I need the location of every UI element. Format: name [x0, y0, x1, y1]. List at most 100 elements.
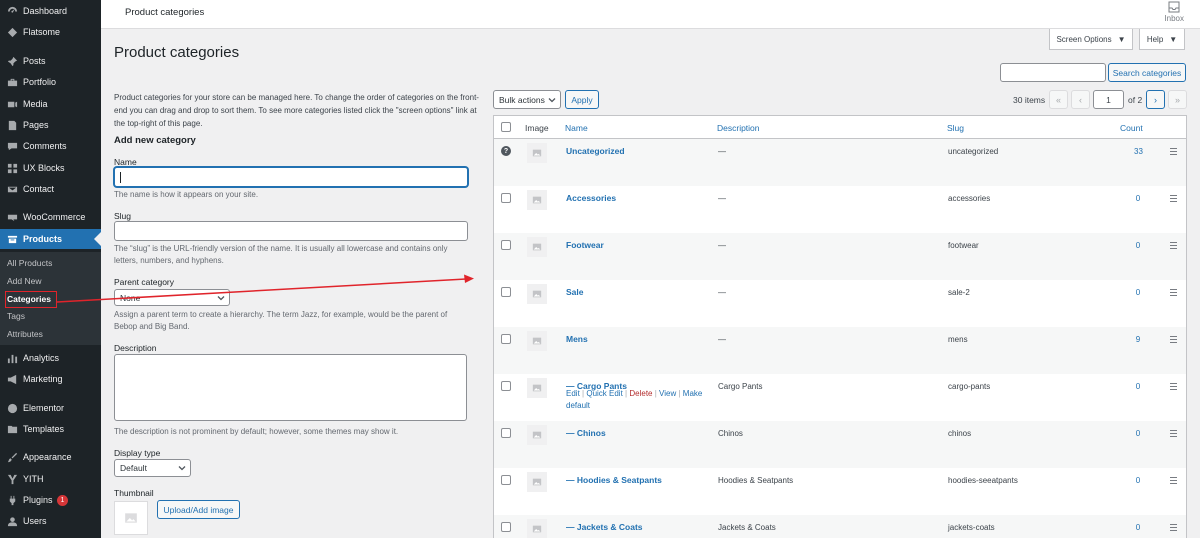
menu-contact[interactable]: Contact [0, 179, 101, 199]
drag-handle-icon[interactable] [1170, 524, 1177, 533]
search-categories-input[interactable] [1000, 63, 1106, 82]
category-name-link[interactable]: — Jackets & Coats [566, 522, 643, 532]
drag-handle-icon[interactable] [1170, 195, 1177, 204]
menu-flatsome[interactable]: Flatsome [0, 22, 101, 42]
first-page-button[interactable]: « [1049, 90, 1068, 109]
display-type-label: Display type [114, 448, 161, 458]
menu-users[interactable]: Users [0, 511, 101, 531]
category-count-link[interactable]: 9 [1134, 335, 1142, 344]
row-checkbox[interactable] [501, 428, 511, 438]
text-cursor [120, 172, 121, 183]
submenu-all-products[interactable]: All Products [7, 258, 52, 268]
category-description: Hoodies & Seatpants [718, 476, 794, 485]
admin-sidebar: Dashboard Flatsome Posts Portfolio Media… [0, 0, 101, 538]
top-bar: Product categories Inbox [101, 0, 1200, 29]
apply-button[interactable]: Apply [565, 90, 599, 109]
inbox-button[interactable]: Inbox [1164, 1, 1184, 23]
row-checkbox[interactable] [501, 287, 511, 297]
last-page-button[interactable]: » [1168, 90, 1187, 109]
drag-handle-icon[interactable] [1170, 336, 1177, 345]
view-link[interactable]: View [659, 389, 676, 398]
category-name-link[interactable]: Accessories [566, 193, 616, 203]
help-tab[interactable]: Help ▼ [1139, 29, 1185, 50]
search-categories-button[interactable]: Search categories [1108, 63, 1186, 82]
category-count-link[interactable]: 0 [1134, 523, 1142, 532]
submenu-tags[interactable]: Tags [7, 311, 25, 321]
category-name-link[interactable]: Uncategorized [566, 146, 625, 156]
drag-handle-icon[interactable] [1170, 242, 1177, 251]
slug-input[interactable] [114, 221, 468, 241]
submenu-attributes[interactable]: Attributes [7, 329, 43, 339]
category-count-link[interactable]: 0 [1134, 429, 1142, 438]
select-all-checkbox[interactable] [501, 122, 511, 132]
menu-products[interactable]: Products [0, 229, 101, 249]
parent-category-select[interactable]: None [114, 289, 230, 306]
drag-handle-icon[interactable] [1170, 383, 1177, 392]
menu-woocommerce[interactable]: WooCommerce [0, 207, 101, 227]
drag-handle-icon[interactable] [1170, 148, 1177, 157]
row-checkbox[interactable] [501, 193, 511, 203]
col-count[interactable]: Count [1120, 123, 1143, 133]
col-name[interactable]: Name [565, 123, 588, 133]
edit-link[interactable]: Edit [566, 389, 580, 398]
quick-edit-link[interactable]: Quick Edit [586, 389, 622, 398]
category-name-link[interactable]: Footwear [566, 240, 604, 250]
category-count-link[interactable]: 0 [1134, 476, 1142, 485]
delete-link[interactable]: Delete [629, 389, 652, 398]
row-checkbox[interactable] [501, 240, 511, 250]
category-count-link[interactable]: 0 [1134, 241, 1142, 250]
drag-handle-icon[interactable] [1170, 289, 1177, 298]
submenu-add-new[interactable]: Add New [7, 276, 42, 286]
name-input[interactable] [114, 167, 468, 187]
menu-comments[interactable]: Comments [0, 136, 101, 156]
row-actions: Edit | Quick Edit | Delete | View | Make… [566, 389, 703, 410]
drag-handle-icon[interactable] [1170, 430, 1177, 439]
category-slug: accessories [948, 194, 991, 203]
category-name-link[interactable]: — Chinos [566, 428, 606, 438]
category-thumbnail [527, 331, 547, 351]
description-textarea[interactable] [114, 354, 467, 421]
menu-posts[interactable]: Posts [0, 51, 101, 71]
image-placeholder-icon [532, 478, 542, 486]
inbox-icon [1168, 1, 1180, 13]
category-count-link[interactable]: 33 [1134, 147, 1143, 156]
col-slug[interactable]: Slug [947, 123, 964, 133]
category-count-link[interactable]: 0 [1134, 382, 1142, 391]
menu-ux-blocks[interactable]: UX Blocks [0, 158, 101, 178]
menu-marketing[interactable]: Marketing [0, 369, 101, 389]
category-name-link[interactable]: Mens [566, 334, 588, 344]
category-name-link[interactable]: Sale [566, 287, 584, 297]
category-count-link[interactable]: 0 [1134, 288, 1142, 297]
help-question-icon[interactable]: ? [501, 146, 511, 156]
category-name-link[interactable]: — Hoodies & Seatpants [566, 475, 662, 485]
menu-pages[interactable]: Pages [0, 115, 101, 135]
media-icon [6, 98, 18, 110]
row-checkbox[interactable] [501, 334, 511, 344]
menu-yith[interactable]: YITH [0, 469, 101, 489]
display-type-select[interactable]: Default [114, 459, 191, 477]
bulk-actions-select[interactable]: Bulk actions [493, 90, 561, 109]
menu-dashboard[interactable]: Dashboard [0, 1, 101, 21]
row-checkbox[interactable] [501, 475, 511, 485]
next-page-button[interactable]: › [1146, 90, 1165, 109]
row-checkbox[interactable] [501, 522, 511, 532]
add-category-heading: Add new category [114, 135, 196, 146]
menu-portfolio[interactable]: Portfolio [0, 72, 101, 92]
menu-media[interactable]: Media [0, 94, 101, 114]
menu-analytics[interactable]: Analytics [0, 348, 101, 368]
row-checkbox[interactable] [501, 381, 511, 391]
upload-image-button[interactable]: Upload/Add image [157, 500, 240, 519]
menu-templates[interactable]: Templates [0, 419, 101, 439]
menu-elementor[interactable]: Elementor [0, 398, 101, 418]
current-page-input[interactable]: 1 [1093, 90, 1124, 109]
screen-options-tab[interactable]: Screen Options ▼ [1049, 29, 1133, 50]
col-description[interactable]: Description [717, 123, 760, 133]
category-count-link[interactable]: 0 [1134, 194, 1142, 203]
prev-page-button[interactable]: ‹ [1071, 90, 1090, 109]
drag-handle-icon[interactable] [1170, 477, 1177, 486]
menu-appearance[interactable]: Appearance [0, 447, 101, 467]
comment-icon [6, 140, 18, 152]
menu-plugins[interactable]: Plugins 1 [0, 490, 101, 510]
category-description: — [718, 288, 726, 297]
category-thumbnail [527, 284, 547, 304]
